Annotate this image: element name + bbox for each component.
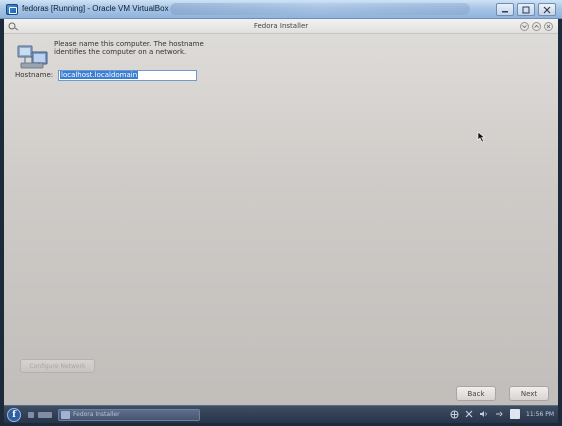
installer-minimize-button[interactable] — [520, 22, 529, 31]
taskbar-clock: 11:56 PM — [526, 410, 554, 418]
installer-close-button[interactable] — [544, 22, 553, 31]
guest-taskbar: f Fedora Installer 11:56 PM — [4, 405, 558, 423]
task-label: Fedora Installer — [73, 411, 120, 418]
hostname-input[interactable]: localhost.localdomain — [58, 70, 197, 81]
virtualbox-icon — [6, 4, 18, 15]
maximize-icon — [522, 6, 530, 13]
mouse-cursor-icon — [477, 131, 486, 143]
hostname-description: Please name this computer. The hostname … — [54, 40, 204, 56]
chevron-up-icon — [534, 24, 539, 28]
minimize-icon — [502, 10, 508, 12]
close-icon — [546, 24, 551, 29]
next-button[interactable]: Next — [509, 386, 549, 401]
network-computer-icon — [17, 45, 48, 69]
taskbar-pager-icon[interactable] — [38, 412, 52, 418]
fedora-menu-icon[interactable]: f — [7, 408, 21, 422]
system-tray: 11:56 PM — [450, 409, 554, 419]
titlebar-blur-area — [170, 3, 470, 15]
installer-titlebar: Fedora Installer — [4, 19, 558, 34]
maximize-button[interactable] — [517, 3, 535, 16]
installer-maximize-button[interactable] — [532, 22, 541, 31]
guest-screen: Fedora Installer Please name this comput… — [4, 19, 558, 423]
installer-title: Fedora Installer — [253, 22, 309, 30]
home-icon[interactable] — [510, 409, 520, 419]
taskbar-launcher-icon[interactable] — [28, 412, 34, 418]
window-controls — [496, 3, 556, 16]
hostname-label: Hostname: — [15, 71, 54, 79]
minimize-button[interactable] — [496, 3, 514, 16]
vbox-titlebar: fedoras [Running] - Oracle VM VirtualBox — [0, 0, 562, 19]
volume-icon[interactable] — [479, 410, 489, 418]
network-icon[interactable] — [450, 410, 459, 419]
window-title: fedoras [Running] - Oracle VM VirtualBox — [22, 4, 169, 13]
back-button[interactable]: Back — [456, 386, 496, 401]
close-icon — [543, 6, 551, 13]
close-button[interactable] — [538, 3, 556, 16]
taskbar-task-fedora-installer[interactable]: Fedora Installer — [58, 409, 200, 421]
hostname-input-value: localhost.localdomain — [60, 71, 139, 79]
tools-icon[interactable] — [465, 410, 473, 418]
task-window-icon — [61, 411, 70, 419]
connection-icon[interactable] — [495, 410, 504, 418]
chevron-down-icon — [522, 25, 527, 29]
installer-window-controls — [520, 22, 553, 31]
configure-network-button[interactable]: Configure Network — [20, 359, 95, 373]
